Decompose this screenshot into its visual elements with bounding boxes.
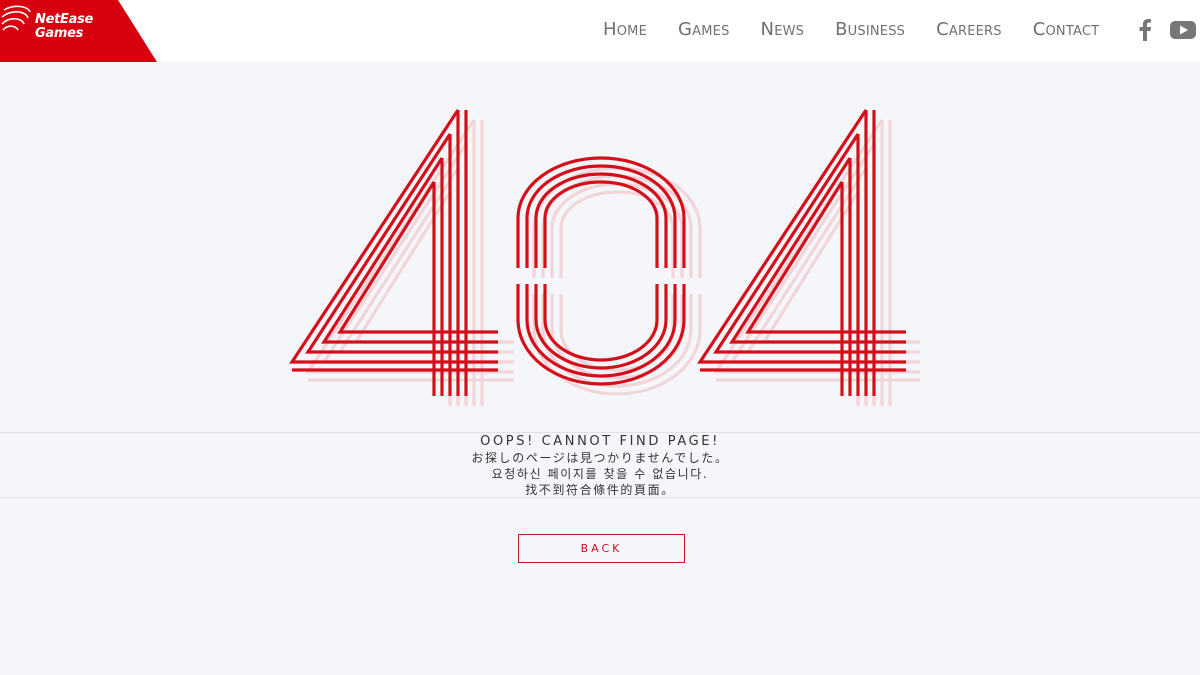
facebook-icon [1139,19,1151,41]
message-japanese: お探しのページは見つかりませんでした。 [471,451,729,465]
logo-line-2: Games [35,26,84,41]
message-korean: 요청하신 페이지를 찾을 수 없습니다. [491,467,709,481]
nav-business[interactable]: Business [835,18,905,42]
youtube-icon [1170,21,1196,39]
netease-games-logo[interactable]: NetEase Games [0,0,160,62]
back-button[interactable]: BACK [518,534,685,563]
error-code-label: 404 [599,259,601,261]
error-code-graphic: 404 [290,108,920,408]
site-header: NetEase Games Home Games News Business C… [0,0,1200,62]
nav-home[interactable]: Home [603,18,647,42]
error-message: OOPS! CANNOT FIND PAGE! お探しのページは見つかりませんで… [0,434,1200,498]
logo-line-1: NetEase [35,12,94,27]
nav-news[interactable]: News [761,18,805,42]
facebook-link[interactable] [1138,18,1152,42]
nav-careers[interactable]: Careers [936,18,1002,42]
error-code-digits [290,108,908,398]
nav-contact[interactable]: Contact [1033,18,1100,42]
message-english: OOPS! CANNOT FIND PAGE! [480,434,720,449]
nav-games[interactable]: Games [678,18,730,42]
message-chinese: 找不到符合條件的頁面。 [525,483,675,497]
main-nav: Home Games News Business Careers Contact [603,18,1130,42]
youtube-link[interactable] [1170,18,1196,42]
logo-text: NetEase Games [35,13,93,41]
